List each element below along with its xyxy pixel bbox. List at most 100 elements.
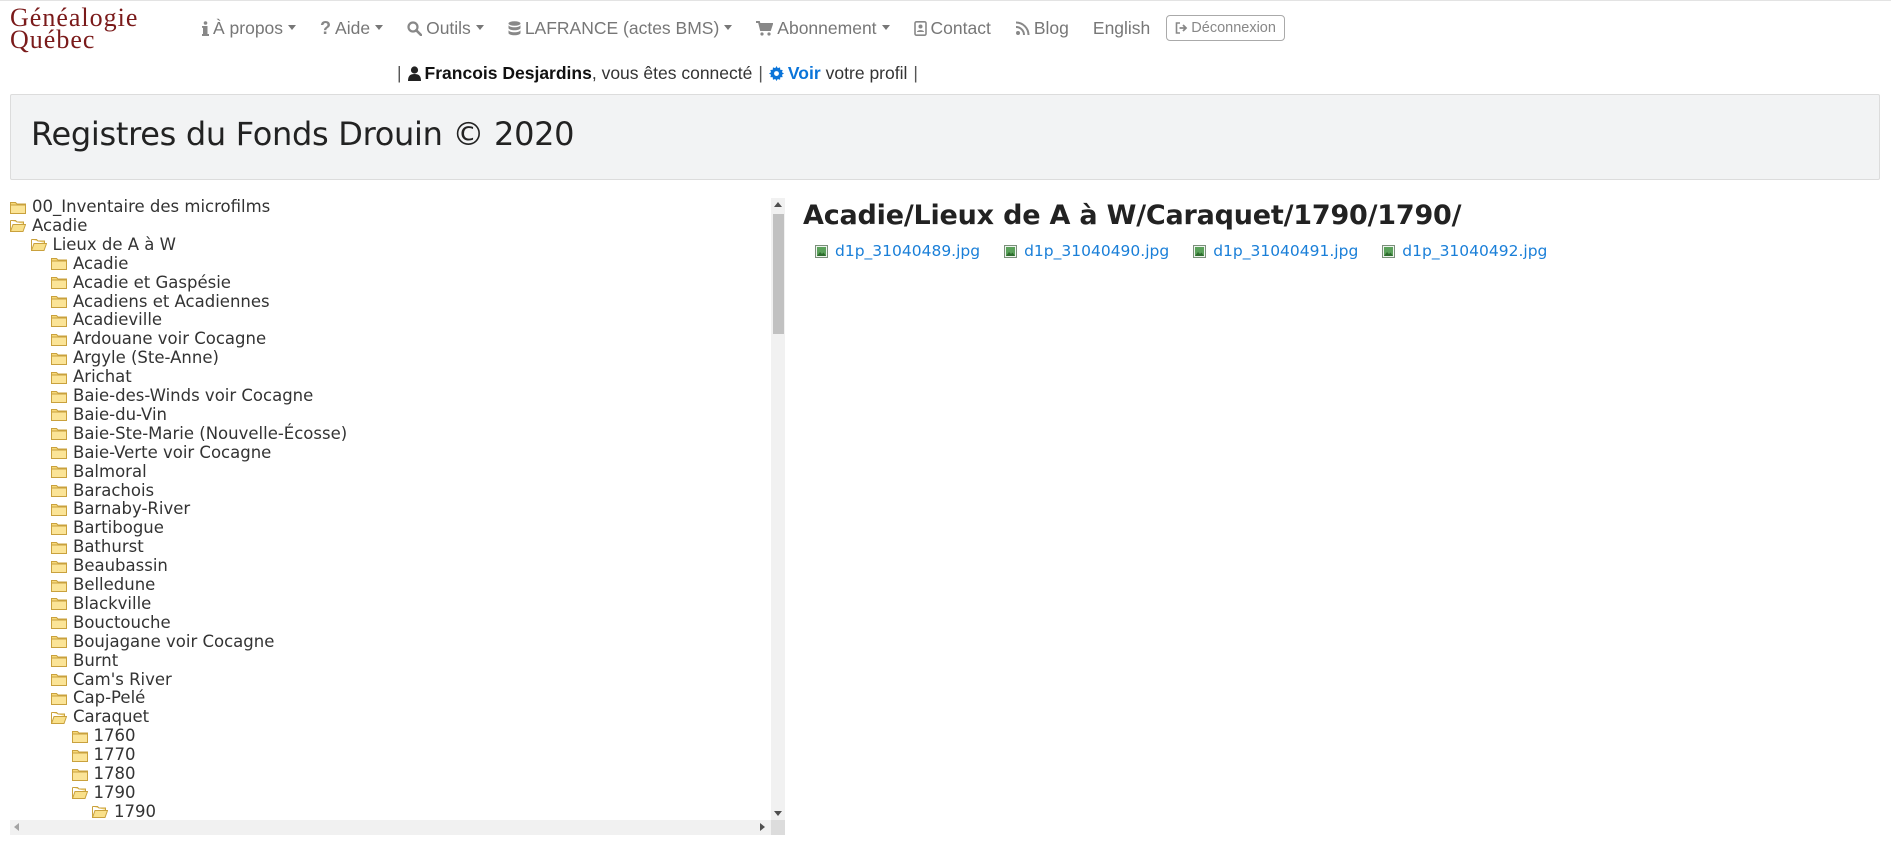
folder-tree[interactable]: 00_Inventaire des microfilms Acadie Lieux …: [10, 198, 770, 818]
folder-icon: [51, 616, 73, 630]
tree-folder-item[interactable]: Arichat: [51, 368, 132, 386]
tree-folder-item[interactable]: Baie-Ste-Marie (Nouvelle-Écosse): [51, 424, 347, 443]
tree-folder-item[interactable]: Balmoral: [51, 462, 147, 481]
page-title: Registres du Fonds Drouin © 2020: [31, 115, 575, 153]
tree-folder-item[interactable]: Acadieville: [51, 311, 162, 329]
tree-folder-item[interactable]: Cap-Pelé: [51, 689, 145, 707]
horizontal-scrollbar[interactable]: [10, 820, 785, 835]
image-file-icon: [1193, 244, 1213, 258]
menu-aide[interactable]: ? Aide: [308, 18, 395, 39]
vertical-scrollbar[interactable]: [771, 198, 785, 820]
folder-icon: [51, 597, 73, 611]
menu-english[interactable]: English: [1081, 18, 1162, 39]
tree-item-label: 1780: [93, 764, 136, 783]
tree-folder-item[interactable]: Baie-des-Winds voir Cocagne: [51, 387, 313, 405]
menu-contact[interactable]: Contact: [902, 18, 1003, 39]
profile-text: votre profil: [825, 62, 908, 83]
logout-button[interactable]: Déconnexion: [1166, 15, 1285, 41]
tree-folder-item[interactable]: Barachois: [51, 481, 154, 500]
tree-item-label: 1760: [93, 726, 136, 746]
folder-icon: [51, 503, 73, 516]
tree-folder-item[interactable]: 1760: [71, 726, 136, 746]
folder-icon: [51, 635, 73, 649]
image-file-icon: [815, 244, 835, 258]
tree-item-label: Argyle (Ste-Anne): [73, 348, 219, 368]
menu-lafrance-label: LAFRANCE (actes BMS): [524, 17, 720, 38]
tree-item-label: Burnt: [73, 650, 119, 670]
tree-folder-item[interactable]: Acadie et Gaspésie: [51, 272, 231, 292]
scroll-down-arrow-icon[interactable]: [774, 811, 782, 816]
file-link-label: d1p_31040489.jpg: [835, 242, 981, 260]
menu-aide-label: Aide: [335, 17, 371, 38]
chevron-down-icon: [724, 24, 733, 30]
tree-folder-item[interactable]: Acadiens et Acadiennes: [51, 292, 270, 311]
tree-folder-item[interactable]: 1780: [71, 764, 136, 783]
scroll-right-arrow-icon[interactable]: [760, 823, 765, 831]
tree-folder-item[interactable]: Lieux de A à W: [30, 235, 176, 254]
tree-folder-item[interactable]: 1790: [71, 783, 136, 802]
page-header: Registres du Fonds Drouin © 2020: [10, 94, 1880, 180]
tree-folder-item[interactable]: Cam's River: [51, 670, 172, 689]
folder-icon: [51, 276, 73, 290]
tree-folder-item[interactable]: 00_Inventaire des microfilms: [10, 198, 270, 216]
tree-folder-item[interactable]: 1770: [71, 745, 136, 765]
tree-folder-item[interactable]: Bouctouche: [51, 613, 171, 632]
view-profile-link[interactable]: Voir: [768, 63, 821, 84]
folder-icon: [51, 371, 73, 384]
database-icon: [508, 20, 521, 36]
tree-item-label: Baie-du-Vin: [73, 404, 168, 424]
menu-lafrance[interactable]: LAFRANCE (actes BMS): [496, 18, 744, 39]
tree-folder-item[interactable]: Argyle (Ste-Anne): [51, 349, 219, 367]
tree-folder-item[interactable]: Bartibogue: [51, 519, 164, 537]
tree-item-label: Caraquet: [73, 707, 150, 727]
tree-folder-item[interactable]: 1790: [92, 802, 156, 818]
tree-folder-item[interactable]: Bathurst: [51, 538, 144, 556]
tree-folder-item[interactable]: Blackville: [51, 593, 152, 613]
separator: |: [913, 62, 918, 83]
chevron-down-icon: [375, 24, 384, 30]
menu-outils[interactable]: Outils: [395, 18, 496, 39]
tree-folder-item[interactable]: Burnt: [51, 650, 119, 670]
folder-icon: [71, 730, 94, 743]
tree-folder-item[interactable]: Belledune: [51, 576, 155, 594]
file-link[interactable]: d1p_31040491.jpg: [1193, 242, 1358, 260]
site-logo[interactable]: Généalogie Québec: [10, 3, 170, 54]
tree-folder-item[interactable]: Barnaby-River: [51, 500, 190, 518]
tree-folder-item[interactable]: Boujagane voir Cocagne: [51, 632, 274, 651]
scrollbar-thumb[interactable]: [773, 214, 784, 334]
menu-a-propos[interactable]: À propos: [190, 18, 308, 39]
tree-folder-item[interactable]: Baie-Verte voir Cocagne: [51, 443, 271, 462]
cart-icon: [756, 20, 774, 36]
user-icon: [407, 65, 421, 81]
file-link[interactable]: d1p_31040490.jpg: [1004, 242, 1169, 260]
folder-tree-panel: 00_Inventaire des microfilms Acadie Lieux …: [10, 198, 785, 838]
tree-item-label: Acadie: [73, 253, 129, 273]
tree-folder-item[interactable]: Caraquet: [51, 708, 149, 726]
connected-text: , vous êtes connecté: [591, 62, 753, 83]
tree-item-label: Acadieville: [73, 310, 163, 330]
tree-item-label: Acadie et Gaspésie: [73, 272, 231, 292]
folder-icon: [51, 522, 73, 535]
file-link[interactable]: d1p_31040489.jpg: [815, 242, 980, 260]
folder-icon: [51, 484, 73, 497]
tree-item-label: Belledune: [73, 575, 156, 594]
scroll-up-arrow-icon[interactable]: [774, 202, 782, 207]
menu-abonnement-label: Abonnement: [777, 17, 877, 38]
tree-folder-item[interactable]: Acadie: [51, 253, 129, 273]
tree-folder-item[interactable]: Beaubassin: [51, 557, 168, 575]
file-link[interactable]: d1p_31040492.jpg: [1382, 242, 1547, 260]
menu-abonnement[interactable]: Abonnement: [744, 18, 901, 39]
tree-folder-item[interactable]: Baie-du-Vin: [51, 404, 168, 424]
folder-icon: [71, 749, 94, 762]
menu-blog[interactable]: Blog: [1003, 18, 1081, 39]
folder-icon: [51, 352, 73, 365]
tree-item-label: Acadie: [32, 215, 88, 235]
scrollbar-corner: [771, 820, 785, 835]
tree-item-label: 1770: [93, 745, 136, 765]
logout-label: Déconnexion: [1191, 20, 1276, 36]
folder-icon: [51, 333, 73, 346]
scroll-left-arrow-icon[interactable]: [14, 823, 19, 831]
tree-item-label: Blackville: [73, 593, 152, 613]
tree-folder-item[interactable]: Ardouane voir Cocagne: [51, 330, 266, 348]
tree-folder-item[interactable]: Acadie: [10, 215, 88, 235]
